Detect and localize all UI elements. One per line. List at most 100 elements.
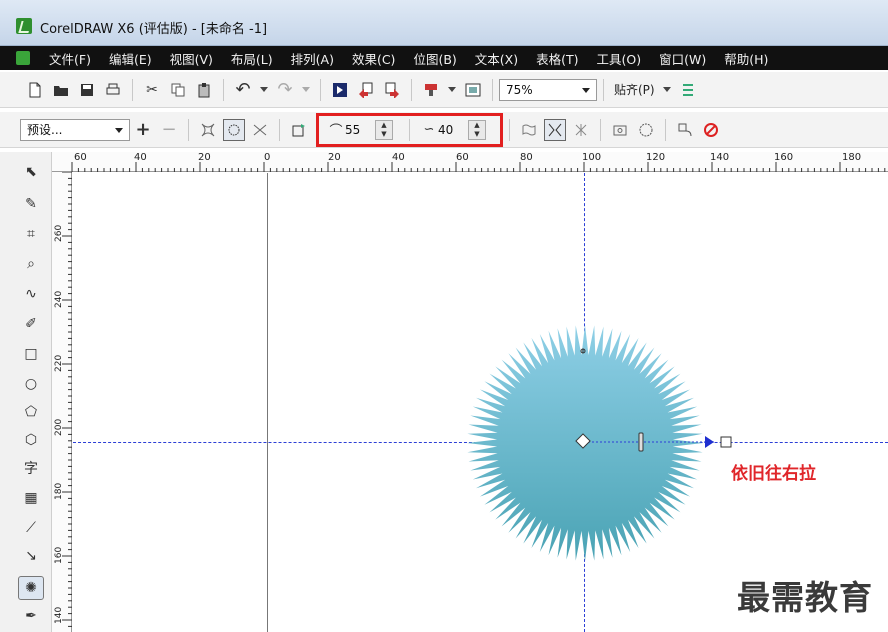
menu-file[interactable]: 文件(F) [40, 49, 100, 68]
chevron-up-icon[interactable]: ▲ [376, 121, 392, 130]
print-icon[interactable] [102, 79, 124, 101]
drag-instruction-annotation: 依旧往右拉 [731, 464, 816, 484]
smart-fill-tool-icon[interactable]: ✐ [18, 312, 44, 336]
save-icon[interactable] [76, 79, 98, 101]
push-pull-distortion-icon[interactable] [197, 119, 219, 141]
preset-value: 预设... [27, 123, 63, 137]
publish-dropdown-icon[interactable] [448, 87, 456, 92]
ruler-label: 140 [710, 152, 730, 163]
smooth-distortion-icon[interactable] [544, 118, 566, 141]
new-document-icon[interactable] [24, 79, 46, 101]
snap-dropdown-icon[interactable] [662, 87, 671, 92]
distortion-end-handle[interactable] [720, 436, 732, 448]
ellipse-tool-icon[interactable]: ○ [18, 372, 44, 396]
ruler-label: 180 [842, 152, 862, 163]
shape-tool-icon[interactable]: ✎ [18, 192, 44, 216]
preset-select[interactable]: 预设... [20, 118, 130, 141]
vertical-ruler[interactable]: 260 240 220 200 180 160 140 [52, 172, 72, 632]
zoom-tool-icon[interactable]: ⌕ [18, 252, 44, 276]
frequency-stepper[interactable]: ▲ ▼ [468, 119, 486, 140]
amplitude-stepper[interactable]: ▲ ▼ [375, 119, 393, 140]
redo-dropdown-icon[interactable] [302, 87, 310, 92]
window-title: CorelDRAW X6 (评估版) - [未命名 -1] [40, 22, 268, 37]
menu-table[interactable]: 表格(T) [527, 49, 587, 68]
menu-text[interactable]: 文本(X) [466, 49, 527, 68]
zoom-level-select[interactable]: 75% [499, 78, 597, 101]
menu-bitmaps[interactable]: 位图(B) [404, 49, 465, 68]
application-launcher-icon[interactable] [462, 79, 484, 101]
horizontal-ruler[interactable]: 60 40 20 0 20 40 60 80 100 120 140 160 1… [52, 152, 888, 172]
options-icon[interactable] [677, 79, 699, 101]
copy-distortion-icon[interactable] [609, 119, 631, 141]
amplitude-icon: ⌒ [329, 124, 343, 139]
twister-distortion-icon[interactable] [249, 119, 271, 141]
menu-effects[interactable]: 效果(C) [343, 49, 404, 68]
random-distortion-icon[interactable] [518, 119, 540, 141]
menu-window[interactable]: 窗口(W) [650, 49, 715, 68]
menu-tools[interactable]: 工具(O) [588, 49, 651, 68]
menu-edit[interactable]: 编辑(E) [100, 49, 161, 68]
search-content-icon[interactable] [329, 79, 351, 101]
zipper-distortion-icon[interactable] [223, 118, 245, 141]
basic-shapes-tool-icon[interactable]: ⬡ [18, 428, 44, 452]
copy-icon[interactable] [167, 79, 189, 101]
toolbar-separator [665, 118, 666, 141]
app-menu-icon[interactable] [16, 51, 30, 65]
rectangle-tool-icon[interactable]: □ [18, 342, 44, 366]
publish-pdf-icon[interactable] [420, 79, 442, 101]
ruler-label: 220 [54, 354, 64, 372]
import-icon[interactable] [355, 79, 377, 101]
zoom-level-value: 75% [506, 82, 533, 97]
standard-toolbar: ✂ ↶ ↷ 75% 贴齐(P) [0, 72, 888, 108]
open-folder-icon[interactable] [50, 79, 72, 101]
polygon-tool-icon[interactable]: ⬠ [18, 400, 44, 424]
dimension-tool-icon[interactable]: ⟋ [18, 516, 44, 540]
connector-tool-icon[interactable]: ↘ [18, 544, 44, 568]
ruler-label: 20 [198, 152, 211, 163]
cut-icon[interactable]: ✂ [141, 79, 163, 101]
convert-to-curves-icon[interactable] [674, 119, 696, 141]
center-distortion-icon[interactable] [288, 119, 310, 141]
distort-tool-icon[interactable]: ✺ [18, 576, 44, 600]
menu-arrange[interactable]: 排列(A) [282, 49, 343, 68]
snap-to-button[interactable]: 贴齐(P) [614, 81, 655, 98]
drawing-canvas[interactable]: 依旧往右拉 最需教育 [73, 173, 888, 632]
menu-help[interactable]: 帮助(H) [715, 49, 777, 68]
freehand-tool-icon[interactable]: ∿ [18, 282, 44, 306]
chevron-down-icon[interactable]: ▼ [376, 130, 392, 139]
pick-tool-icon[interactable]: ⬉ [18, 160, 44, 184]
ruler-label: 160 [54, 546, 64, 564]
chevron-down-icon [582, 87, 590, 93]
ruler-label: 140 [54, 606, 64, 624]
chevron-up-icon[interactable]: ▲ [469, 121, 485, 130]
text-tool-icon[interactable]: 字 [18, 456, 44, 480]
undo-dropdown-icon[interactable] [260, 87, 268, 92]
undo-icon[interactable]: ↶ [232, 79, 254, 101]
toolbar-separator [132, 78, 133, 101]
clear-distortion-icon[interactable] [635, 119, 657, 141]
local-distortion-icon[interactable] [570, 119, 592, 141]
ruler-label: 200 [54, 418, 64, 436]
ruler-label: 40 [392, 152, 405, 163]
paste-icon[interactable] [193, 79, 215, 101]
distortion-center-handle[interactable] [575, 433, 591, 449]
chevron-down-icon[interactable]: ▼ [469, 130, 485, 139]
crop-tool-icon[interactable]: ⌗ [18, 222, 44, 246]
amplitude-input[interactable] [345, 119, 375, 140]
distortion-handles[interactable] [573, 431, 743, 455]
menu-layout[interactable]: 布局(L) [222, 49, 282, 68]
ruler-label: 180 [54, 482, 64, 500]
frequency-spinner[interactable]: ∽ ▲ ▼ [420, 119, 492, 141]
prohibit-icon[interactable] [700, 119, 722, 141]
add-preset-icon[interactable]: + [132, 119, 154, 141]
amplitude-spinner[interactable]: ⌒ ▲ ▼ [327, 119, 399, 141]
redo-icon[interactable]: ↷ [274, 79, 296, 101]
export-icon[interactable] [381, 79, 403, 101]
menu-view[interactable]: 视图(V) [161, 49, 222, 68]
amplitude-slider-handle[interactable] [638, 432, 644, 452]
eyedropper-tool-icon[interactable]: ✒ [18, 604, 44, 628]
coreldraw-app-icon [16, 18, 32, 34]
table-tool-icon[interactable]: ▦ [18, 486, 44, 510]
remove-preset-icon[interactable]: − [158, 119, 180, 141]
frequency-input[interactable] [438, 119, 468, 140]
